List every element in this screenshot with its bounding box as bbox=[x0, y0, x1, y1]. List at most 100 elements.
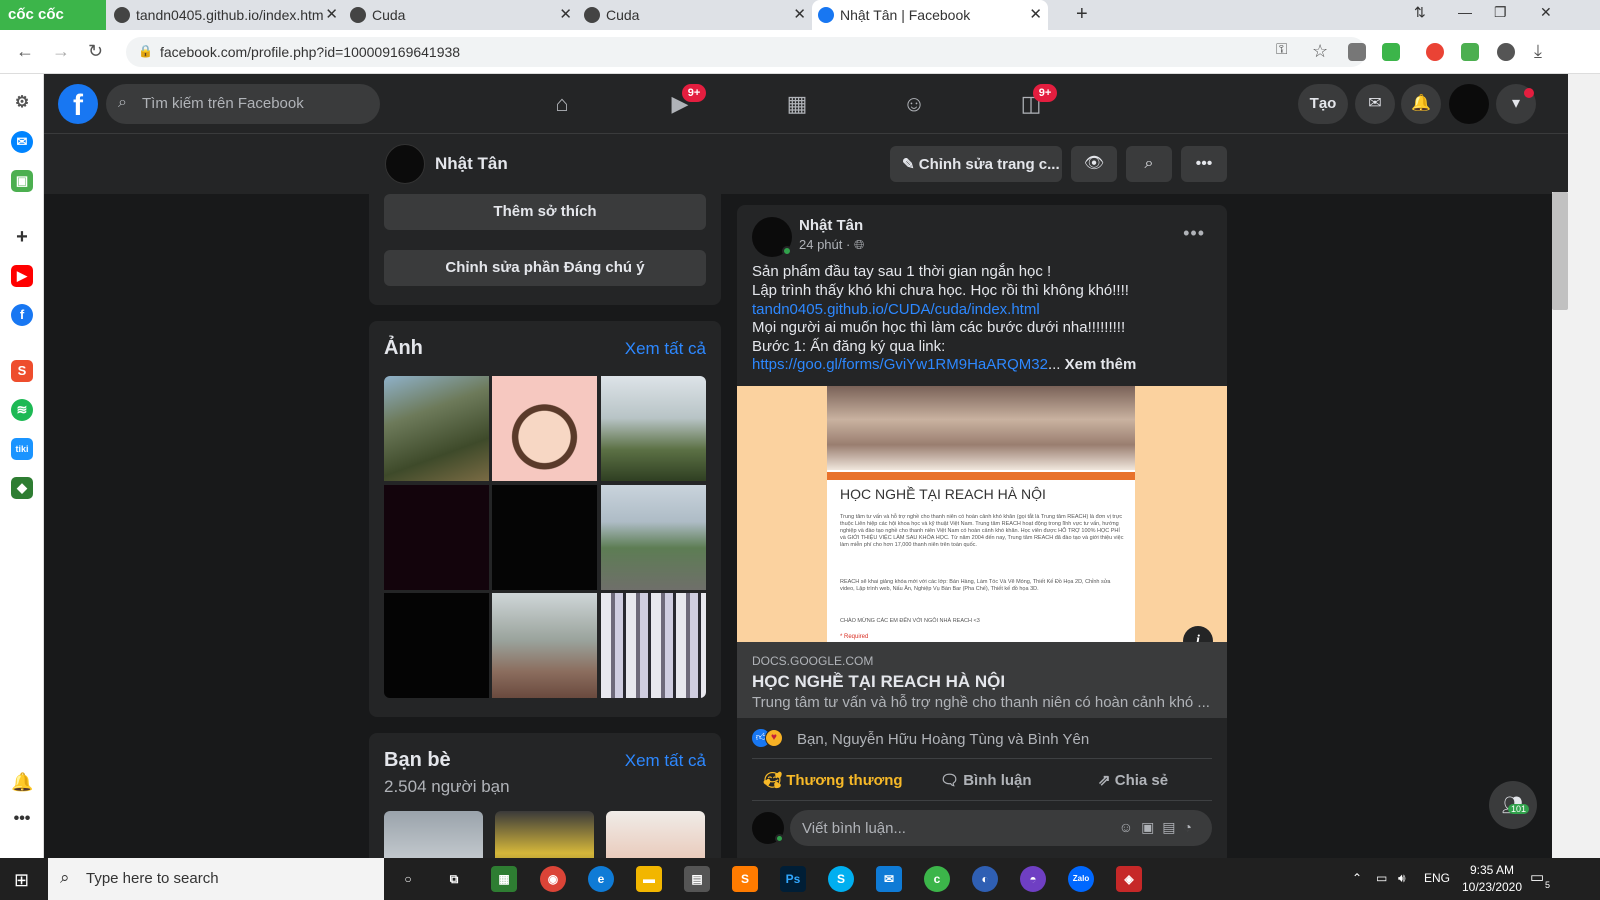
messenger-icon[interactable]: ✉ bbox=[11, 131, 33, 153]
settings-icon[interactable]: ⚙ bbox=[11, 92, 33, 114]
key-icon[interactable]: ⚿ bbox=[1276, 41, 1287, 58]
page-scrollbar-thumb[interactable] bbox=[1552, 192, 1568, 310]
friends-see-all-link[interactable]: Xem tất cả bbox=[625, 751, 706, 771]
volume-icon[interactable]: 🔊︎ bbox=[1398, 871, 1406, 886]
watch-icon[interactable]: ▶ 9+ bbox=[664, 84, 706, 120]
url-bar[interactable]: 🔒 facebook.com/profile.php?id=1000091696… bbox=[126, 37, 1366, 67]
groups-icon[interactable]: ☺ bbox=[898, 88, 930, 120]
file-explorer-icon[interactable]: ▬ bbox=[636, 866, 662, 892]
discord-app-icon[interactable]: ◓ bbox=[1020, 866, 1046, 892]
close-icon[interactable]: ✕ bbox=[1029, 5, 1042, 23]
close-window-button[interactable]: ✕ bbox=[1540, 4, 1552, 21]
profile-search-button[interactable]: ⌕ bbox=[1126, 146, 1172, 182]
link-preview-image[interactable]: HỌC NGHỀ TẠI REACH HÀ NỘI Trung tâm tư v… bbox=[737, 386, 1227, 656]
spotify-icon[interactable]: ≋ bbox=[11, 399, 33, 421]
shopee-icon[interactable]: S bbox=[11, 360, 33, 382]
create-button[interactable]: Tạo bbox=[1298, 84, 1348, 124]
youtube-icon[interactable]: ▶ bbox=[11, 265, 33, 287]
photo-thumbnail[interactable] bbox=[492, 376, 597, 481]
game-icon[interactable]: ◆ bbox=[11, 477, 33, 499]
share-button[interactable]: ⇗ Chia sẻ bbox=[1098, 771, 1168, 789]
facebook-logo-icon[interactable]: f bbox=[58, 84, 98, 124]
photo-thumbnail[interactable] bbox=[384, 485, 489, 590]
see-more-link[interactable]: Xem thêm bbox=[1065, 356, 1137, 373]
minimize-button[interactable]: — bbox=[1458, 4, 1472, 20]
post-timestamp[interactable]: 24 phút · 🌐︎ bbox=[799, 237, 864, 253]
store-app-icon[interactable]: ▤ bbox=[684, 866, 710, 892]
gaming-icon[interactable]: ◫ 9+ bbox=[1015, 84, 1057, 120]
more-icon[interactable]: ••• bbox=[11, 808, 33, 830]
tiki-icon[interactable]: tiki bbox=[11, 438, 33, 460]
gif-icon[interactable]: ▤ bbox=[1162, 819, 1183, 835]
new-tab-button[interactable]: + bbox=[1076, 3, 1088, 26]
mail-app-icon[interactable]: ✉ bbox=[876, 866, 902, 892]
game-app-icon[interactable]: ◈ bbox=[1116, 866, 1142, 892]
downloads-icon[interactable]: ⤓ bbox=[1534, 41, 1542, 62]
view-as-button[interactable]: 👁 bbox=[1071, 146, 1117, 182]
facebook-icon[interactable]: f bbox=[11, 304, 33, 326]
network-icon[interactable]: ▭ bbox=[1376, 871, 1387, 885]
post-author-name[interactable]: Nhật Tân bbox=[799, 217, 863, 234]
post-form-link[interactable]: https://goo.gl/forms/GviYw1RM9HaARQM32 bbox=[752, 356, 1048, 373]
tray-chevron-icon[interactable]: ⌃ bbox=[1352, 871, 1362, 885]
post-github-link[interactable]: tandn0405.github.io/CUDA/cuda/index.html bbox=[752, 301, 1040, 318]
camera-icon[interactable]: ▣ bbox=[1141, 819, 1162, 835]
sticker-icon[interactable]: ◔ bbox=[1184, 819, 1200, 835]
chrome-extension-icon[interactable] bbox=[1426, 43, 1444, 61]
photoshop-app-icon[interactable]: Ps bbox=[780, 866, 806, 892]
restore-button[interactable]: ❐ bbox=[1494, 4, 1507, 21]
edge-app-icon[interactable]: e bbox=[588, 866, 614, 892]
coccoc-logo[interactable]: cốc cốc bbox=[0, 0, 106, 30]
download-extension-icon[interactable] bbox=[1382, 43, 1400, 61]
edit-featured-button[interactable]: Chỉnh sửa phần Đáng chú ý bbox=[384, 250, 706, 286]
notifications-icon[interactable]: 🔔 bbox=[1401, 84, 1441, 124]
windows-start-icon[interactable]: ⊞ bbox=[14, 870, 29, 891]
messenger-icon[interactable]: ✉ bbox=[1355, 84, 1395, 124]
tab-menu-icon[interactable]: ⇅ bbox=[1414, 4, 1426, 21]
profile-avatar[interactable] bbox=[385, 144, 425, 184]
photo-thumbnail[interactable] bbox=[492, 593, 597, 698]
photo-thumbnail[interactable] bbox=[601, 485, 706, 590]
comment-button[interactable]: 🗨︎ Bình luận bbox=[940, 771, 1032, 789]
tab-cuda-2[interactable]: Cuda ✕ bbox=[578, 0, 812, 30]
care-reaction-button[interactable]: 🥰︎ Thương thương bbox=[763, 771, 903, 789]
puzzle-icon[interactable] bbox=[1461, 43, 1479, 61]
taskbar-search-input[interactable]: ⌕ Type here to search bbox=[48, 858, 384, 900]
shield-icon[interactable] bbox=[1348, 43, 1366, 61]
photos-see-all-link[interactable]: Xem tất cả bbox=[625, 339, 706, 359]
emoji-icon[interactable]: ☺ bbox=[1119, 819, 1141, 835]
close-icon[interactable]: ✕ bbox=[325, 5, 338, 23]
add-hobbies-button[interactable]: Thêm sở thích bbox=[384, 194, 706, 230]
close-icon[interactable]: ✕ bbox=[559, 5, 572, 23]
language-indicator[interactable]: ENG bbox=[1424, 871, 1450, 885]
close-icon[interactable]: ✕ bbox=[793, 5, 806, 23]
coccoc-app-icon[interactable]: c bbox=[924, 866, 950, 892]
excel-app-icon[interactable]: ▦ bbox=[491, 866, 517, 892]
profile-icon[interactable] bbox=[1497, 43, 1515, 61]
zalo-app-icon[interactable]: Zalo bbox=[1068, 866, 1094, 892]
tab-facebook[interactable]: Nhật Tân | Facebook ✕ bbox=[812, 0, 1048, 30]
edit-profile-button[interactable]: ✎ Chỉnh sửa trang c... bbox=[890, 146, 1062, 182]
firefox-app-icon[interactable]: ◐ bbox=[972, 866, 998, 892]
marketplace-icon[interactable]: ▦ bbox=[781, 88, 813, 120]
photo-thumbnail[interactable] bbox=[601, 593, 706, 698]
task-view-icon[interactable]: ⧉ bbox=[441, 866, 467, 892]
browser-scrollbar[interactable] bbox=[1568, 74, 1600, 858]
comment-input[interactable]: Viết bình luận... ☺▣▤◔ bbox=[790, 810, 1212, 846]
reactions-summary[interactable]: Bạn, Nguyễn Hữu Hoàng Tùng và Bình Yên bbox=[797, 731, 1089, 748]
star-icon[interactable]: ☆ bbox=[1312, 41, 1328, 62]
post-options-icon[interactable]: ••• bbox=[1183, 223, 1205, 244]
add-icon[interactable]: + bbox=[11, 226, 33, 248]
photo-thumbnail[interactable] bbox=[384, 376, 489, 481]
reload-icon[interactable]: ↻ bbox=[88, 41, 103, 62]
sublime-app-icon[interactable]: S bbox=[732, 866, 758, 892]
photo-thumbnail[interactable] bbox=[492, 485, 597, 590]
system-clock[interactable]: 9:35 AM 10/23/2020 bbox=[1452, 862, 1532, 896]
chrome-app-icon[interactable]: ◉ bbox=[540, 866, 566, 892]
account-avatar[interactable] bbox=[1449, 84, 1489, 124]
tab-github[interactable]: tandn0405.github.io/index.htm ✕ bbox=[108, 0, 344, 30]
back-icon[interactable]: ← bbox=[16, 41, 34, 62]
tab-cuda-1[interactable]: Cuda ✕ bbox=[344, 0, 578, 30]
skype-app-icon[interactable]: S bbox=[828, 866, 854, 892]
photo-thumbnail[interactable] bbox=[384, 593, 489, 698]
